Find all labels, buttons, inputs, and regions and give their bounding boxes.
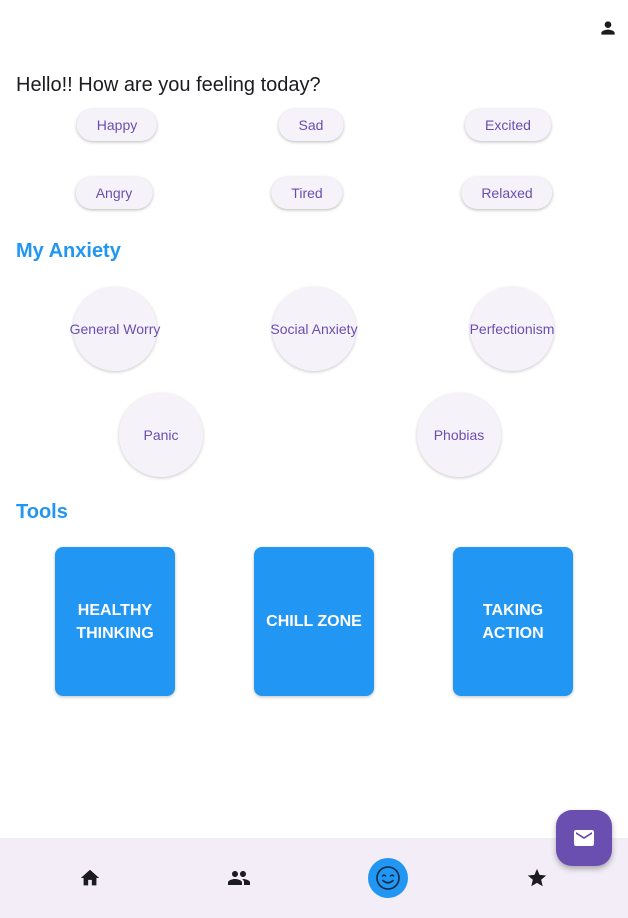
greeting-text: Hello!! How are you feeling today? (16, 74, 321, 96)
mood-chip-happy[interactable]: Happy (76, 109, 158, 141)
tool-label: CHILL ZONE (266, 613, 362, 630)
tool-healthy-thinking[interactable]: HEALTHY THINKING (55, 547, 175, 696)
person-icon (601, 21, 615, 35)
nav-community[interactable] (215, 854, 263, 902)
anxiety-panic[interactable]: Panic (119, 393, 203, 477)
nav-mood[interactable] (364, 854, 412, 902)
nav-active-indicator (368, 858, 408, 898)
nav-home[interactable] (66, 854, 114, 902)
mood-chip-angry[interactable]: Angry (75, 177, 153, 209)
profile-button[interactable] (596, 16, 620, 40)
nav-favorites[interactable] (513, 854, 561, 902)
tool-label: HEALTHY THINKING (76, 601, 154, 642)
anxiety-label: Social Anxiety (270, 321, 358, 337)
mood-chip-relaxed[interactable]: Relaxed (461, 177, 553, 209)
anxiety-label: Panic (143, 427, 179, 443)
tool-chill-zone[interactable]: CHILL ZONE (254, 547, 374, 696)
mood-chip-excited[interactable]: Excited (465, 109, 551, 141)
home-icon (80, 869, 100, 886)
anxiety-label: Perfectionism (469, 321, 555, 337)
tools-title: Tools (16, 501, 68, 523)
anxiety-general-worry[interactable]: General Worry (70, 287, 160, 371)
anxiety-social-anxiety[interactable]: Social Anxiety (270, 287, 358, 371)
my-anxiety-title: My Anxiety (16, 240, 121, 262)
anxiety-phobias[interactable]: Phobias (417, 393, 501, 477)
anxiety-label: Phobias (433, 427, 485, 443)
tool-label: TAKING ACTION (482, 601, 544, 642)
anxiety-perfectionism[interactable]: Perfectionism (470, 287, 554, 371)
people-icon (228, 871, 250, 885)
message-fab[interactable] (556, 810, 612, 866)
tool-taking-action[interactable]: TAKING ACTION (453, 547, 573, 696)
smiley-icon (376, 866, 400, 890)
star-icon (527, 868, 547, 887)
mail-icon (574, 830, 594, 846)
mood-chip-sad[interactable]: Sad (278, 109, 344, 141)
top-app-bar (0, 0, 628, 56)
mood-chip-tired[interactable]: Tired (271, 177, 343, 209)
bottom-navigation (0, 838, 628, 918)
anxiety-label: General Worry (69, 321, 161, 337)
